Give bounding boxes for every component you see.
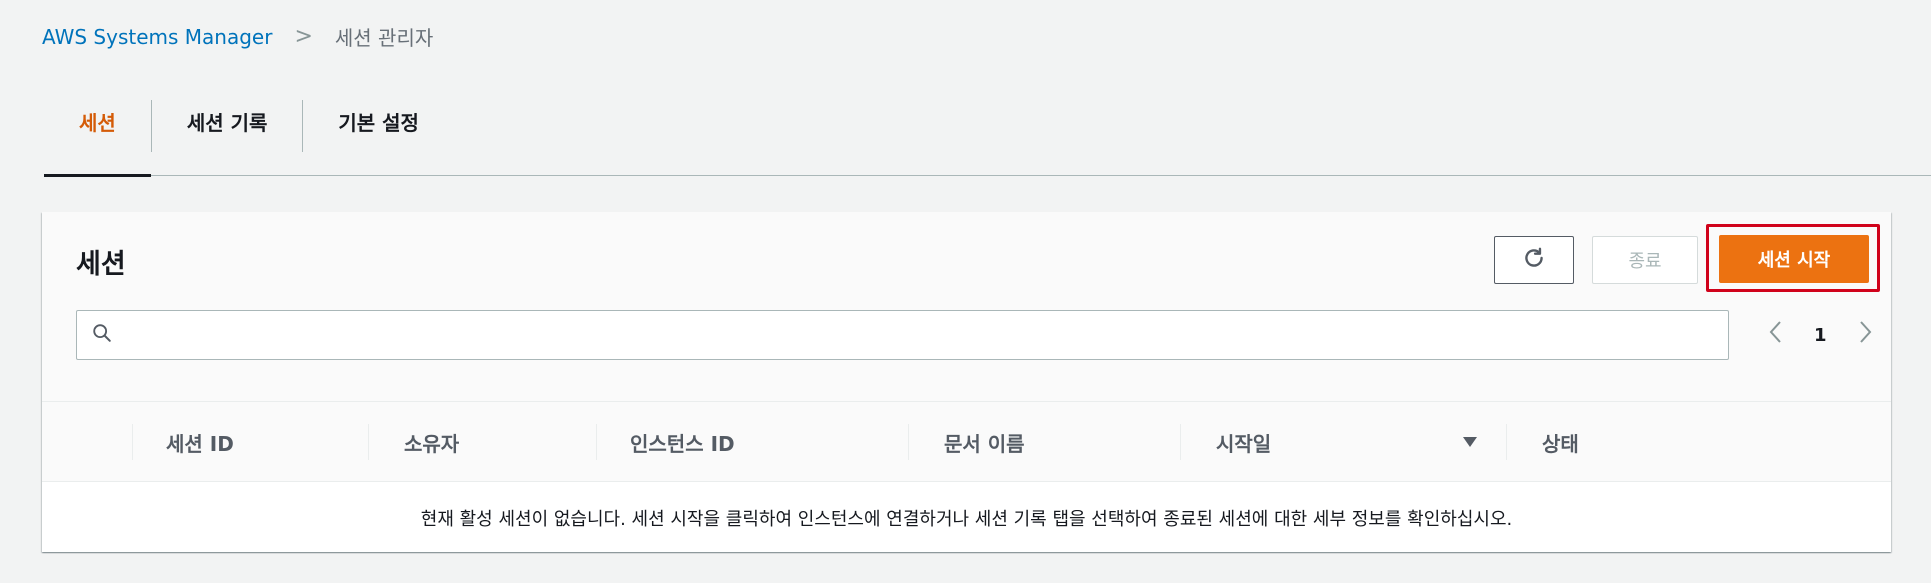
tab-bar: 세션 세션 기록 기본 설정 [44,100,1931,177]
terminate-button[interactable]: 종료 [1592,236,1698,284]
column-divider [1506,424,1507,460]
sort-descending-icon[interactable] [1462,402,1478,482]
current-page-number[interactable]: 1 [1794,325,1847,346]
pagination: 1 [1758,310,1883,360]
column-header-start-date[interactable]: 시작일 [1216,402,1271,482]
breadcrumb-root-link[interactable]: AWS Systems Manager [42,25,272,49]
column-header-owner[interactable]: 소유자 [404,402,459,482]
breadcrumb-separator-icon: > [294,24,313,49]
sessions-panel: 세션 종료 세션 시작 1 세션 ID 소유자 인스턴스 ID 문서 이름 시작… [42,212,1891,552]
empty-state-message: 현재 활성 세션이 없습니다. 세션 시작을 클릭하여 인스턴스에 연결하거나 … [420,508,1513,530]
tab-session-history[interactable]: 세션 기록 [152,100,303,176]
search-input[interactable] [123,315,1728,355]
tab-label: 기본 설정 [338,111,419,135]
start-session-highlight: 세션 시작 [1706,224,1880,292]
tab-label: 세션 기록 [186,111,268,135]
column-divider [596,424,597,460]
refresh-button[interactable] [1494,236,1574,284]
panel-header: 세션 종료 세션 시작 1 [42,212,1891,402]
column-header-document-name[interactable]: 문서 이름 [944,402,1025,482]
start-session-button[interactable]: 세션 시작 [1719,235,1869,283]
table-header: 세션 ID 소유자 인스턴스 ID 문서 이름 시작일 상태 [42,402,1891,482]
column-header-status[interactable]: 상태 [1542,402,1579,482]
tab-label: 세션 [79,111,116,135]
next-page-icon[interactable] [1847,318,1883,353]
refresh-icon [1521,245,1547,276]
column-divider [368,424,369,460]
column-divider [1180,424,1181,460]
tab-sessions[interactable]: 세션 [44,100,151,177]
previous-page-icon[interactable] [1758,318,1794,353]
column-header-session-id[interactable]: 세션 ID [166,402,234,482]
breadcrumb-current: 세션 관리자 [334,26,434,50]
tab-preferences[interactable]: 기본 설정 [303,100,454,176]
panel-title: 세션 [76,249,126,280]
breadcrumb: AWS Systems Manager > 세션 관리자 [42,22,433,51]
search-icon [91,322,113,348]
column-divider [132,424,133,460]
search-field[interactable] [76,310,1729,360]
column-header-instance-id[interactable]: 인스턴스 ID [630,402,735,482]
column-divider [908,424,909,460]
